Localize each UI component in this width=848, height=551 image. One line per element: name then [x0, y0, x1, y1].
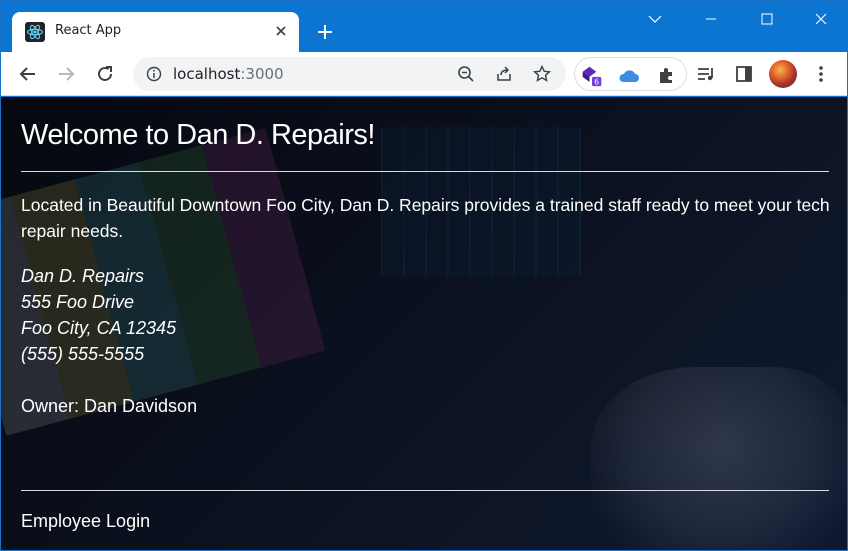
page-content: Welcome to Dan D. Repairs! Located in Be…: [1, 97, 847, 550]
browser-toolbar: localhost:3000 6: [1, 52, 847, 96]
city-state-zip: Foo City, CA 12345: [21, 318, 177, 338]
cloud-icon[interactable]: [618, 65, 640, 87]
plus-icon[interactable]: [314, 21, 336, 43]
extension-badge: 6: [594, 77, 599, 86]
background-hand: [591, 367, 847, 550]
phone-number: (555) 555-5555: [21, 344, 145, 364]
kebab-menu-icon[interactable]: [810, 63, 832, 85]
extension-gem-icon[interactable]: 6: [581, 65, 603, 87]
address-block: Dan D. Repairs 555 Foo Drive Foo City, C…: [21, 263, 176, 367]
owner-text: Owner: Dan Davidson: [21, 396, 198, 416]
minimize-icon[interactable]: [683, 1, 739, 37]
browser-tab[interactable]: React App: [12, 12, 299, 52]
arrow-left-icon[interactable]: [14, 60, 42, 88]
arrow-right-icon[interactable]: [52, 60, 80, 88]
info-icon[interactable]: [145, 65, 163, 83]
tab-title: React App: [55, 23, 122, 38]
chevron-down-icon[interactable]: [627, 1, 683, 37]
maximize-icon[interactable]: [739, 1, 795, 37]
avatar[interactable]: [769, 60, 797, 88]
puzzle-icon[interactable]: [655, 65, 677, 87]
side-panel-icon[interactable]: [733, 63, 755, 85]
media-queue-icon[interactable]: [695, 63, 717, 85]
share-icon[interactable]: [495, 65, 513, 83]
street-address: 555 Foo Drive: [21, 292, 135, 312]
close-icon[interactable]: [272, 22, 290, 40]
employee-login-link[interactable]: Employee Login: [21, 508, 150, 534]
business-name: Dan D. Repairs: [21, 266, 145, 286]
title-bar: React App: [1, 1, 847, 52]
url-text: localhost:3000: [173, 65, 284, 83]
reload-icon[interactable]: [91, 60, 119, 88]
address-bar[interactable]: localhost:3000: [133, 57, 566, 91]
browser-window: React App localhost:3000 6 Welcome to Da…: [0, 0, 848, 551]
bottom-divider: [21, 490, 829, 491]
star-icon[interactable]: [533, 65, 551, 83]
url-host: localhost: [173, 65, 241, 83]
top-divider: [21, 171, 829, 172]
intro-text: Located in Beautiful Downtown Foo City, …: [21, 195, 830, 241]
zoom-out-icon[interactable]: [457, 65, 475, 83]
close-window-icon[interactable]: [793, 1, 847, 37]
page-title: Welcome to Dan D. Repairs!: [21, 119, 375, 151]
react-icon: [25, 22, 45, 42]
extensions-group: 6: [574, 57, 687, 91]
url-port: :3000: [240, 65, 284, 83]
